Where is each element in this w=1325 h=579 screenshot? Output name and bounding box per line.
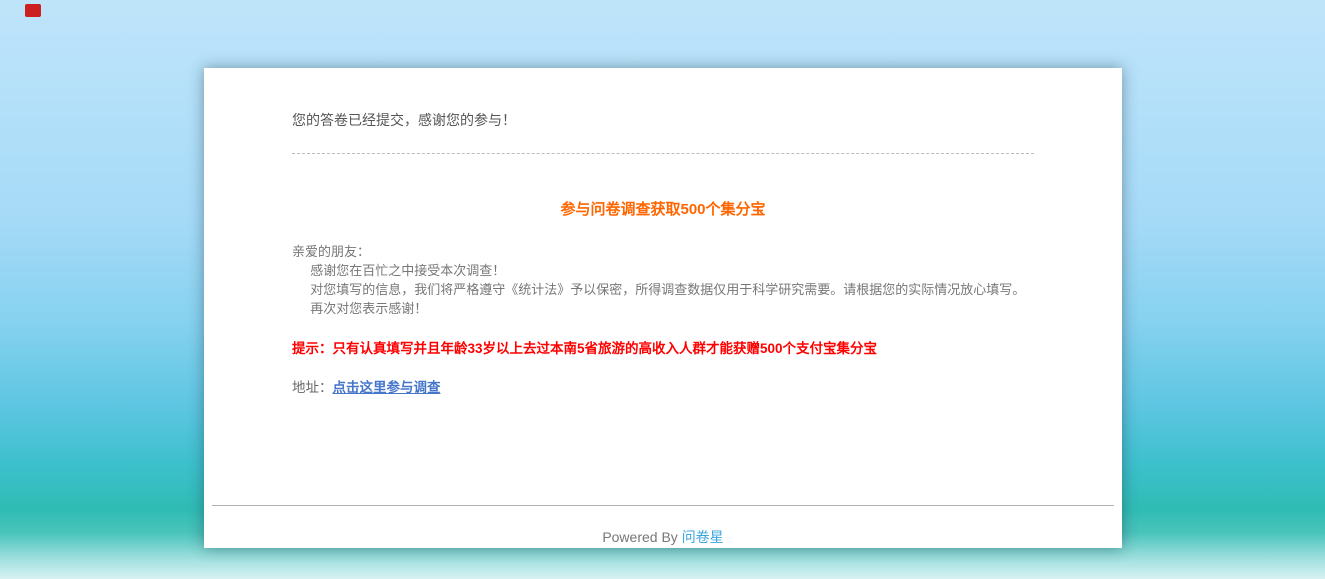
powered-by-text: Powered By <box>602 529 682 545</box>
greeting-line: 对您填写的信息，我们将严格遵守《统计法》予以保密，所得调查数据仅用于科学研究需要… <box>310 282 1026 297</box>
wjx-brand-link[interactable]: 问卷星 <box>682 529 724 545</box>
submitted-message: 您的答卷已经提交，感谢您的参与！ <box>292 112 516 128</box>
hint-text: 提示：只有认真填写并且年龄33岁以上去过本南5省旅游的高收入人群才能获赠500个… <box>292 341 878 356</box>
footer: Powered By 问卷星 <box>204 527 1122 547</box>
footer-divider <box>212 505 1114 506</box>
address-label: 地址： <box>292 380 333 395</box>
greeting-line: 再次对您表示感谢！ <box>310 301 428 316</box>
greeting-line: 亲爱的朋友： <box>292 244 371 259</box>
survey-result-card: 您的答卷已经提交，感谢您的参与！ 参与问卷调查获取500个集分宝 亲爱的朋友： … <box>204 68 1122 548</box>
participate-survey-link[interactable]: 点击这里参与调查 <box>333 380 441 395</box>
page-background: { "page": { "red_marker_color": "#cc2020… <box>0 0 1325 579</box>
card-content: 您的答卷已经提交，感谢您的参与！ 参与问卷调查获取500个集分宝 亲爱的朋友： … <box>204 68 1122 398</box>
greeting-block: 亲爱的朋友： 感谢您在百忙之中接受本次调查！ 对您填写的信息，我们将严格遵守《统… <box>292 242 1034 318</box>
red-marker-icon <box>25 4 41 17</box>
promo-title: 参与问卷调查获取500个集分宝 <box>560 201 766 218</box>
address-row: 地址：点击这里参与调查 <box>292 378 1034 398</box>
dashed-divider <box>292 153 1034 154</box>
greeting-line: 感谢您在百忙之中接受本次调查！ <box>310 263 506 278</box>
